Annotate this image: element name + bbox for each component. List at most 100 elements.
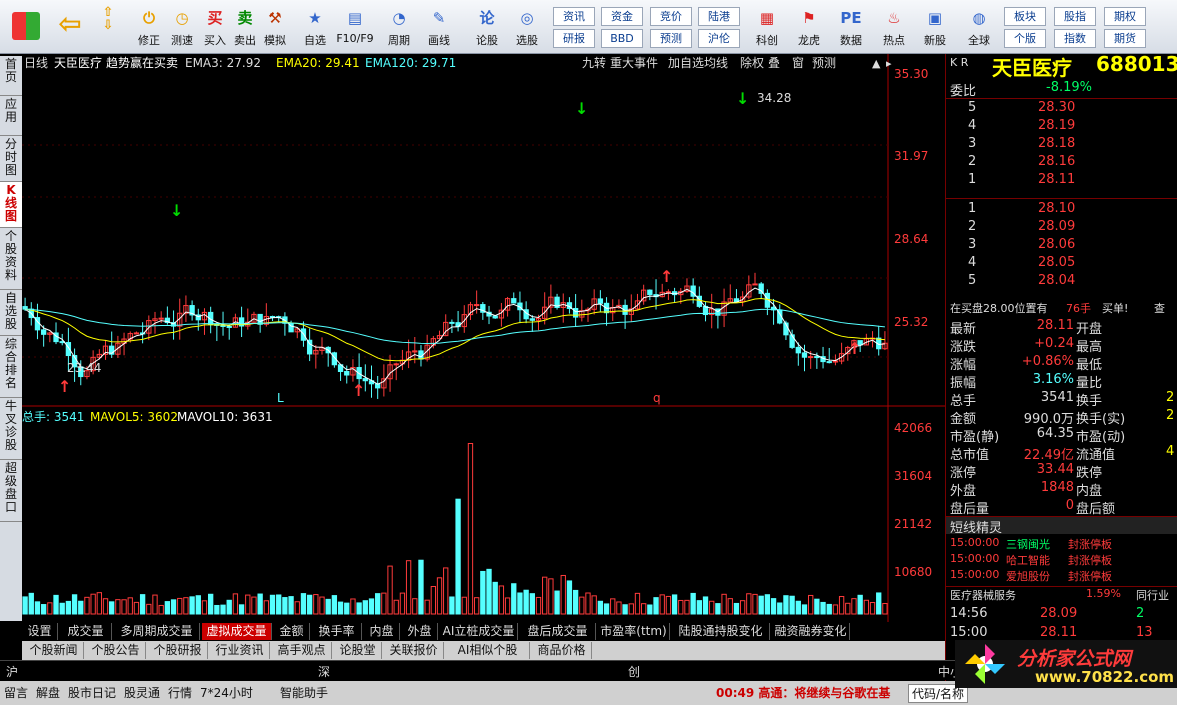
toolbar-button-16[interactable]: ◍ 全球	[960, 4, 998, 50]
indicator-tab-3[interactable]: 虚拟成交量	[202, 623, 272, 640]
status-item-2[interactable]: 股市日记	[68, 684, 116, 701]
toolbar-small-button[interactable]: 陆港	[698, 7, 740, 26]
chart-tool-0[interactable]: 九转	[582, 55, 606, 70]
status-item-4[interactable]: 行情	[168, 684, 192, 701]
indicator-tab-6[interactable]: 内盘	[364, 623, 400, 640]
status-item-3[interactable]: 股灵通	[124, 684, 160, 701]
toolbar-small-button[interactable]: 股指	[1054, 7, 1096, 26]
layout-icon[interactable]	[4, 4, 48, 50]
index-sz[interactable]: 深	[318, 663, 330, 680]
buy-price: 28.10	[1038, 201, 1076, 216]
side-tab-3[interactable]: K线图	[0, 182, 22, 228]
toolbar-button-11[interactable]: ▦ 科创	[748, 4, 786, 50]
toolbar-label: 论股	[476, 34, 498, 47]
status-item-6[interactable]: 智能助手	[280, 684, 328, 701]
toolbar-button-8[interactable]: ✎ 画线	[420, 4, 458, 50]
indicator-tab-2[interactable]: 多周期成交量	[114, 623, 200, 640]
toolbar-button-6[interactable]: ▤ F10/F9	[336, 4, 374, 50]
side-tab-6[interactable]: 综合排名	[0, 336, 22, 398]
toolbar-button-13[interactable]: PE 数据	[832, 4, 870, 50]
news-tab-5[interactable]: 论股堂	[334, 642, 382, 659]
stat-label-right: 量比	[1076, 376, 1103, 391]
side-tab-4[interactable]: 个股资料	[0, 228, 22, 290]
toolbar-small-button[interactable]: 研报	[553, 29, 595, 48]
news-tab-3[interactable]: 行业资讯	[210, 642, 270, 659]
news-tab-6[interactable]: 关联报价	[384, 642, 444, 659]
news-tab-7[interactable]: AI相似个股	[446, 642, 530, 659]
toolbar-small-button[interactable]: 指数	[1054, 29, 1096, 48]
sell-price: 28.16	[1038, 154, 1076, 169]
toolbar-small-button[interactable]: 资金	[601, 7, 643, 26]
chart-header-name: 天臣医疗	[54, 56, 102, 70]
volume-bar	[783, 595, 789, 615]
toolbar-button-4[interactable]: ⚒ 模拟	[256, 4, 294, 50]
volume-bar	[715, 603, 721, 615]
toolbar-small-button[interactable]: 预测	[650, 29, 692, 48]
price-axis-label: 28.64	[894, 232, 928, 246]
chart-tool-icon-1[interactable]: ▸	[886, 57, 892, 70]
toolbar-small-button[interactable]: 期权	[1104, 7, 1146, 26]
side-tab-7[interactable]: 牛叉诊股	[0, 398, 22, 460]
candle-body	[647, 289, 653, 296]
toolbar-button-15[interactable]: ▣ 新股	[916, 4, 954, 50]
side-tab-0[interactable]: 首页	[0, 56, 22, 96]
high-price-label: 34.28	[757, 91, 791, 105]
toolbar-small-button[interactable]: 资讯	[553, 7, 595, 26]
side-tab-1[interactable]: 应用	[0, 96, 22, 136]
toolbar-button-10[interactable]: ◎ 选股	[508, 4, 546, 50]
status-item-5[interactable]: 7*24小时	[200, 684, 253, 701]
indicator-tab-1[interactable]: 成交量	[60, 623, 112, 640]
news-tab-2[interactable]: 个股研报	[148, 642, 208, 659]
indicator-tab-8[interactable]: AI立桩成交量	[440, 623, 518, 640]
side-tab-5[interactable]: 自选股	[0, 290, 22, 336]
toolbar-small-button[interactable]: BBD	[601, 29, 643, 48]
index-cy[interactable]: 创	[628, 663, 640, 680]
toolbar-small-button[interactable]: 期货	[1104, 29, 1146, 48]
volume-bar	[801, 604, 808, 615]
toolbar-button-14[interactable]: ♨ 热点	[875, 4, 913, 50]
toolbar-icon-5: ★	[308, 9, 322, 27]
status-item-1[interactable]: 解盘	[36, 684, 60, 701]
chart-tool-7[interactable]: 预测	[812, 56, 836, 70]
indicator-tab-5[interactable]: 换手率	[312, 623, 362, 640]
chart-tool-5[interactable]: 叠	[768, 56, 780, 70]
news-tab-4[interactable]: 高手观点	[272, 642, 332, 659]
chart-tool-3[interactable]: 均线	[704, 56, 728, 70]
indicator-tab-4[interactable]: 金额	[274, 623, 310, 640]
up-down-icon[interactable]: ⇧ ⇩	[93, 4, 123, 50]
indicator-tab-9[interactable]: 盘后成交量	[520, 623, 596, 640]
logo-text: 分析家公式网	[1017, 648, 1132, 670]
indicator-tab-10[interactable]: 市盈率(ttm)	[598, 623, 670, 640]
indicator-tab-11[interactable]: 陆股通持股变化	[672, 623, 770, 640]
back-button[interactable]: ⇦	[52, 4, 88, 50]
toolbar-button-12[interactable]: ⚑ 龙虎	[790, 4, 828, 50]
news-tab-1[interactable]: 个股公告	[86, 642, 146, 659]
news-tab-0[interactable]: 个股新闻	[24, 642, 84, 659]
notice-act: 买单!	[1102, 302, 1129, 315]
toolbar-small-button[interactable]: 板块	[1004, 7, 1046, 26]
toolbar-button-7[interactable]: ◔ 周期	[380, 4, 418, 50]
news-ticker[interactable]: 00:49 高通：将继续与谷歌在基	[716, 684, 890, 701]
chart-tool-4[interactable]: 除权	[740, 55, 764, 70]
indicator-tab-7[interactable]: 外盘	[402, 623, 438, 640]
toolbar-small-button[interactable]: 沪伦	[698, 29, 740, 48]
toolbar-button-9[interactable]: 论论股	[468, 4, 506, 50]
indicator-tab-0[interactable]: 设置	[22, 623, 58, 640]
toolbar-small-button[interactable]: 竞价	[650, 7, 692, 26]
side-tab-8[interactable]: 超级盘口	[0, 460, 22, 522]
chart-tool-1[interactable]: 重大事件	[610, 56, 658, 70]
chart-tool-icon-0[interactable]: ▲	[872, 57, 881, 70]
kline-chart[interactable]: 日线 天臣医疗 趋势赢在买卖 EMA3: 27.92 EMA20: 29.41 EMA12…	[22, 54, 945, 622]
status-item-0[interactable]: 留言	[4, 684, 28, 701]
toolbar-small-button[interactable]: 个版	[1004, 29, 1046, 48]
toolbar-button-5[interactable]: ★ 自选	[296, 4, 334, 50]
chart-tool-2[interactable]: 加自选	[668, 56, 704, 70]
toolbar-label: 周期	[388, 34, 410, 47]
chart-tool-6[interactable]: 窗	[792, 56, 804, 70]
tick-price: 28.09	[1040, 606, 1078, 621]
side-tab-2[interactable]: 分时图	[0, 136, 22, 182]
news-tab-8[interactable]: 商品价格	[532, 642, 592, 659]
volume-bar	[59, 602, 65, 615]
indicator-tab-12[interactable]: 融资融券变化	[772, 623, 850, 640]
index-sh[interactable]: 沪	[6, 663, 18, 680]
